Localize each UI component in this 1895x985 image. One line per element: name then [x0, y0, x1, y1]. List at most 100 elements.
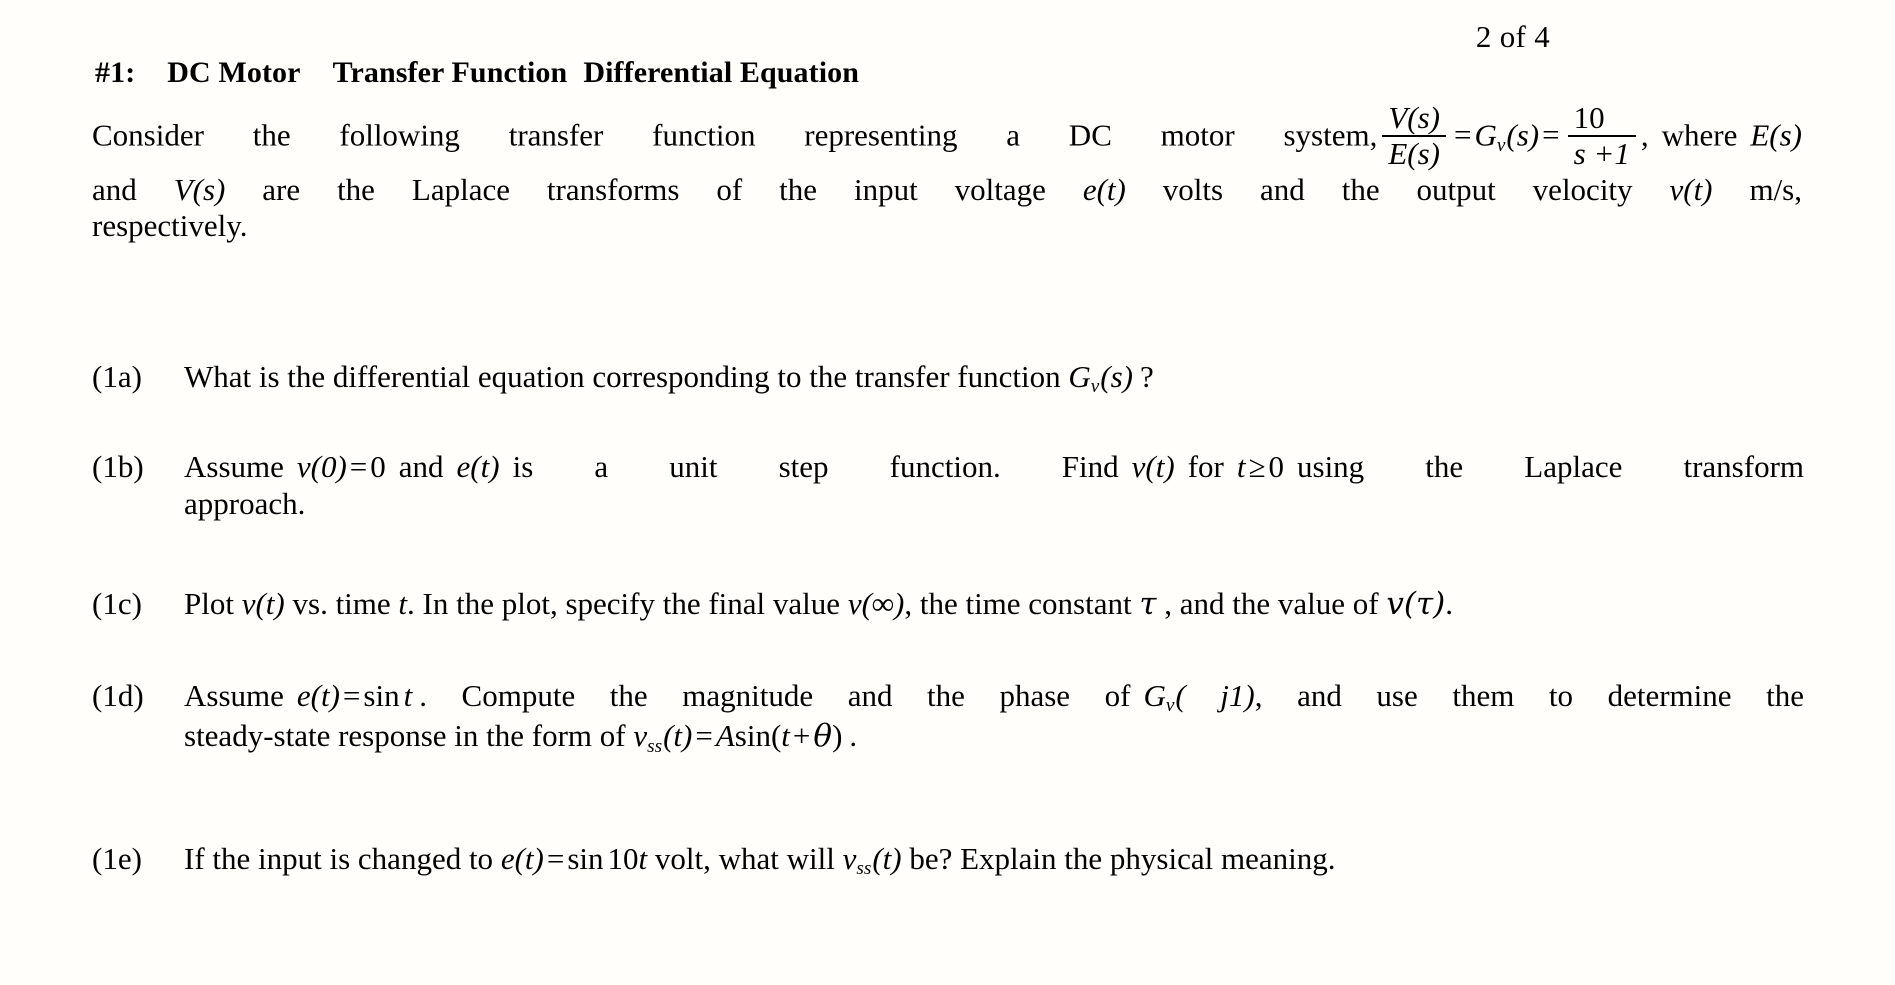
item-1e-equals: = — [546, 841, 565, 876]
item-1b-assume: Assume — [184, 449, 284, 484]
item-1c-vs-time: vs. time — [292, 586, 391, 621]
intro-line2-c: volts and the output velocity — [1162, 172, 1633, 208]
item-1d-vss: v — [633, 718, 648, 754]
item-body-1b: Assume v(0)=0 and e(t) is a unit step functi… — [184, 448, 1804, 522]
item-1e-text-c: be? Explain the physical meaning. — [909, 841, 1336, 876]
fraction-denominator-s-plus-1: s +1 — [1573, 136, 1630, 172]
item-1d-amplitude: A — [715, 718, 735, 754]
item-1a-gv-arg: (s) — [1100, 359, 1134, 394]
item-1d-sin: sin — [363, 678, 400, 713]
item-1b-et: e(t) — [456, 449, 500, 484]
vs-symbol: V(s) — [173, 172, 226, 208]
intro-line2-b: are the Laplace transforms of the input … — [262, 172, 1046, 208]
item-1d-vss-equals: = — [695, 718, 713, 754]
item-1b-t-zero: 0 — [1268, 449, 1285, 484]
item-1d-gv: G — [1143, 678, 1166, 713]
item-1c-text-c: . In the plot, specify the final value — [407, 586, 841, 621]
item-1e-text-b: volt, what will — [654, 841, 835, 876]
fraction-denominator-es: E(s) — [1388, 136, 1441, 172]
item-body-1c: Plot v(t) vs. time t. In the plot, speci… — [184, 585, 1804, 623]
question-item-1b: (1b) Assume v(0)=0 and e(t) is a unit step f… — [92, 448, 1804, 522]
item-1b-text-e: using the Laplace transform — [1297, 449, 1804, 484]
item-1a-text-a: What is the differential equation corres… — [184, 359, 1061, 394]
intro-lead-text: Consider the following transfer function… — [92, 117, 1378, 153]
item-1d-text-c: , and use them to determine the — [1254, 678, 1804, 713]
question-item-1d: (1d) Assume e(t)=sin t. Compute the magnit… — [92, 677, 1804, 758]
item-1a-gv-subscript: v — [1090, 376, 1100, 398]
item-body-1e: If the input is changed to e(t)=sin 10t v… — [184, 840, 1804, 880]
title-part-transfer-function: Transfer Function — [332, 56, 568, 89]
problem-number: #1: — [95, 56, 136, 89]
item-1b-line-2: approach. — [184, 486, 306, 522]
item-label-1c: (1c) — [92, 586, 142, 621]
item-1e-vss-subscript: ss — [856, 858, 872, 880]
item-1d-assume: Assume — [184, 678, 284, 713]
item-1e-t: t — [638, 841, 648, 876]
item-body-1d: Assume e(t)=sin t. Compute the magnitude a… — [184, 677, 1804, 758]
item-1d-vss-arg: (t) — [663, 718, 693, 754]
gv-symbol: G — [1474, 117, 1497, 153]
item-1c-text-d: , the time constant — [904, 586, 1132, 621]
item-1e-vss: v — [842, 841, 857, 876]
item-1c-text-e: , and the value of — [1164, 586, 1379, 621]
item-1d-sin-arg-t: t — [781, 718, 790, 754]
item-1d-plus: + — [792, 718, 811, 754]
item-1b-vt: v(t) — [1131, 449, 1175, 484]
item-label-1d: (1d) — [92, 678, 144, 713]
item-body-1a: What is the differential equation corres… — [184, 358, 1804, 398]
item-1e-text-a: If the input is changed to — [184, 841, 494, 876]
item-1d-vss-subscript: ss — [647, 735, 663, 757]
item-1a-question-mark: ? — [1140, 359, 1154, 394]
title-part-dc-motor: DC Motor — [167, 56, 301, 89]
item-1b-and: and — [398, 449, 444, 484]
et-symbol: e(t) — [1082, 172, 1126, 208]
gv-subscript: v — [1496, 134, 1506, 156]
item-1d-line-2: steady-state response in the form of vss… — [184, 717, 1804, 757]
page-title: #1: DC Motor Transfer Function Differential… — [95, 56, 859, 90]
es-symbol: E(s) — [1750, 117, 1802, 153]
item-1d-t: t — [403, 678, 413, 713]
item-1b-line-1: Assume v(0)=0 and e(t) is a unit step functi… — [184, 448, 1804, 485]
where-word: where — [1661, 117, 1738, 153]
item-1d-et: e(t) — [296, 678, 340, 713]
item-1d-gv-arg: ( j1) — [1175, 678, 1255, 713]
gv-argument: (s) — [1506, 117, 1540, 153]
document-page: 2 of 4 #1: DC Motor Transfer Function Diffe… — [0, 0, 1895, 985]
item-1b-zero: 0 — [370, 449, 386, 484]
item-1c-vt: v(t) — [241, 586, 285, 621]
page-indicator: 2 of 4 — [1475, 19, 1550, 54]
question-item-1c: (1c) Plot v(t) vs. time t. In the plot, … — [92, 585, 1804, 623]
intro-paragraph: Consider the following transfer function… — [92, 101, 1802, 244]
item-1c-v-tau: v(τ) — [1386, 586, 1446, 622]
comma-separator: , — [1640, 117, 1649, 153]
vt-symbol: v(t) — [1669, 172, 1713, 208]
item-1c-t: t — [398, 586, 408, 621]
item-1c-period: . — [1445, 586, 1453, 621]
item-1e-sin: sin — [567, 841, 604, 876]
item-1e-vss-arg: (t) — [872, 841, 902, 876]
item-label-1a: (1a) — [92, 359, 142, 394]
item-label-1e: (1e) — [92, 841, 142, 876]
item-1a-gv: G — [1068, 359, 1091, 394]
item-1d-text-b: . Compute the magnitude and the phase of — [419, 678, 1131, 713]
item-1c-v-infinity: v(∞) — [847, 586, 905, 621]
equals-sign-1: = — [1454, 117, 1472, 153]
item-1b-v0: v(0) — [296, 449, 347, 484]
item-1d-equals: = — [342, 678, 361, 713]
item-1d-close-paren: ) — [832, 718, 843, 754]
fraction-numerator-10: 10 — [1567, 101, 1636, 138]
item-1e-et: e(t) — [500, 841, 544, 876]
equals-sign-2: = — [1542, 117, 1560, 153]
item-1b-text-c: is a unit step function. Find — [512, 449, 1119, 484]
item-1d-theta: θ — [813, 718, 833, 755]
item-1b-for: for — [1187, 449, 1224, 484]
item-1b-equals: = — [349, 449, 368, 484]
intro-line2-d: m/s, — [1749, 172, 1802, 208]
question-item-1e: (1e) If the input is changed to e(t)=sin… — [92, 840, 1804, 880]
question-item-1a: (1a) What is the differential equation c… — [92, 358, 1804, 398]
item-1d-line2-a: steady-state response in the form of — [184, 718, 626, 754]
fraction-10-over-s-plus-1: 10 s +1 — [1567, 101, 1636, 172]
fraction-numerator-vs: V(s) — [1382, 101, 1447, 138]
intro-line-2: and V(s) are the Laplace transforms of t… — [92, 172, 1802, 208]
item-1d-gv-subscript: v — [1165, 695, 1175, 717]
